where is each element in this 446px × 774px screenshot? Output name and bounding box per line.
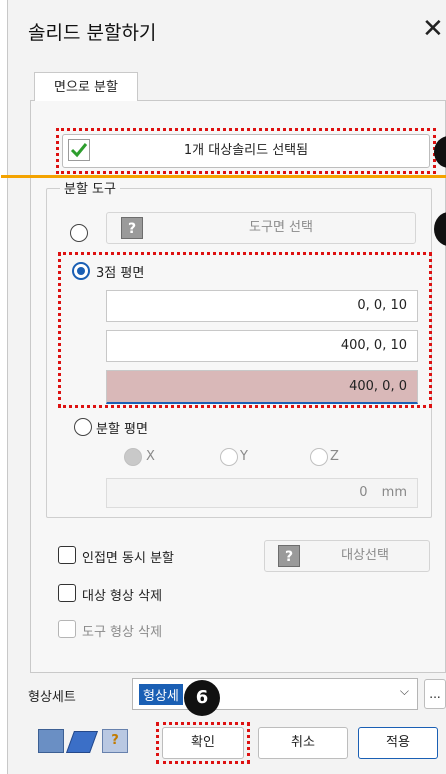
question-icon: ?: [121, 217, 143, 239]
tab-split-by-face[interactable]: 면으로 분할: [34, 72, 138, 102]
point1-field[interactable]: 0, 0, 10: [106, 290, 418, 322]
split-plane-radio[interactable]: [74, 418, 92, 436]
view-icon[interactable]: [38, 729, 64, 753]
ok-button[interactable]: 확인: [162, 727, 244, 759]
split-tool-legend: 분할 도구: [60, 178, 120, 197]
chevron-down-icon[interactable]: ⌵: [400, 684, 409, 699]
ok-step-badge: 6: [184, 680, 220, 716]
split-plane-label: 분할 평면: [96, 422, 148, 437]
axis-y-label: Y: [240, 449, 248, 464]
checkmark-icon: [68, 139, 90, 161]
eraser-icon[interactable]: [65, 731, 99, 753]
close-icon[interactable]: ✕: [422, 14, 444, 44]
tool-face-radio[interactable]: [70, 224, 88, 242]
target-solid-button[interactable]: 1개 대상솔리드 선택됨: [62, 134, 430, 168]
axis-x-radio[interactable]: [124, 448, 142, 466]
delete-tool-checkbox[interactable]: [58, 620, 76, 638]
axis-x-label: X: [146, 449, 155, 464]
adjacent-split-checkbox[interactable]: [58, 546, 76, 564]
dialog-title: 솔리드 분할하기: [28, 22, 157, 44]
apply-button[interactable]: 적용: [358, 727, 438, 759]
shape-set-label: 형상세트: [28, 690, 76, 705]
shape-set-value: 형상세: [139, 684, 183, 705]
target-select-label: 대상선택: [341, 548, 389, 563]
split-solid-dialog: 솔리드 분할하기 ✕ 면으로 분할 1개 대상솔리드 선택됨 분할 도구 도구면…: [1, 0, 446, 774]
three-point-label: 3점 평면: [96, 266, 145, 281]
cancel-button[interactable]: 취소: [258, 727, 348, 759]
point2-field[interactable]: 400, 0, 10: [106, 330, 418, 362]
delete-tool-label: 도구 형상 삭제: [82, 625, 163, 640]
help-book-icon[interactable]: ?: [102, 729, 128, 753]
offset-field[interactable]: 0 mm: [106, 478, 418, 508]
question-icon-2: ?: [278, 545, 300, 567]
offset-unit: mm: [381, 485, 407, 500]
target-solid-label: 1개 대상솔리드 선택됨: [183, 143, 309, 158]
delete-target-checkbox[interactable]: [58, 584, 76, 602]
tool-face-button[interactable]: 도구면 선택: [106, 212, 416, 244]
point3-field[interactable]: 400, 0, 0: [106, 370, 418, 404]
axis-y-radio[interactable]: [220, 448, 238, 466]
three-point-radio[interactable]: [72, 262, 90, 280]
shape-set-combobox[interactable]: 형상세 ⌵: [132, 678, 418, 710]
delete-target-label: 대상 형상 삭제: [82, 589, 163, 604]
axis-z-label: Z: [330, 449, 339, 464]
offset-value: 0: [359, 485, 368, 500]
shape-set-more-button[interactable]: ...: [424, 679, 446, 709]
tool-face-label: 도구면 선택: [249, 220, 313, 235]
adjacent-split-label: 인접면 동시 분할: [82, 551, 174, 566]
axis-z-radio[interactable]: [310, 448, 328, 466]
